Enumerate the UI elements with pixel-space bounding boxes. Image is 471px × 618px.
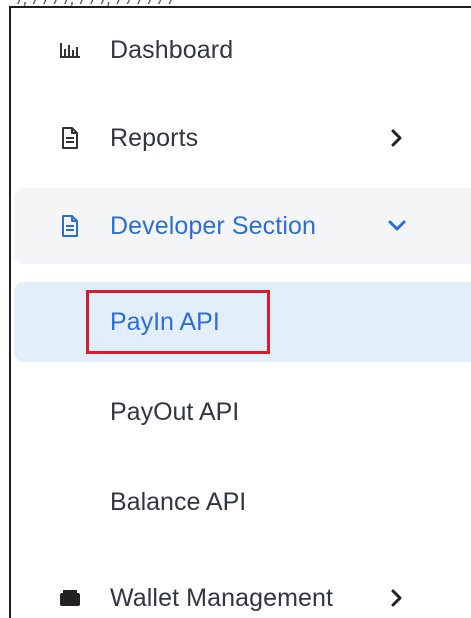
sidebar-item-dashboard[interactable]: Dashboard xyxy=(14,12,471,88)
highlight-annotation-box xyxy=(86,290,270,354)
sidebar-subitem-label: PayOut API xyxy=(110,397,240,426)
wallet-icon xyxy=(59,587,81,609)
chevron-down-icon[interactable] xyxy=(387,216,407,236)
sidebar-subitem-balance-api[interactable]: Balance API xyxy=(14,462,471,542)
sidebar-item-label: Dashboard xyxy=(110,35,234,64)
sidebar-subitem-label: Balance API xyxy=(110,487,247,516)
sidebar-subitem-payin-api[interactable]: PayIn API xyxy=(14,282,471,362)
sidebar-nav: Dashboard Reports Developer Section PayI… xyxy=(9,6,471,618)
chevron-right-icon[interactable] xyxy=(387,128,407,148)
document-icon xyxy=(59,215,81,237)
sidebar-item-reports[interactable]: Reports xyxy=(14,100,471,176)
sidebar-item-label: Reports xyxy=(110,123,199,152)
sidebar-item-developer-section[interactable]: Developer Section xyxy=(14,188,471,264)
document-icon xyxy=(59,127,81,149)
sidebar-subitem-payout-api[interactable]: PayOut API xyxy=(14,372,471,452)
sidebar-item-label: Wallet Management xyxy=(110,583,334,612)
sidebar-item-wallet-management[interactable]: Wallet Management xyxy=(14,560,471,618)
chevron-right-icon[interactable] xyxy=(387,588,407,608)
sidebar-item-label: Developer Section xyxy=(110,211,316,240)
bar-chart-icon xyxy=(59,39,81,61)
